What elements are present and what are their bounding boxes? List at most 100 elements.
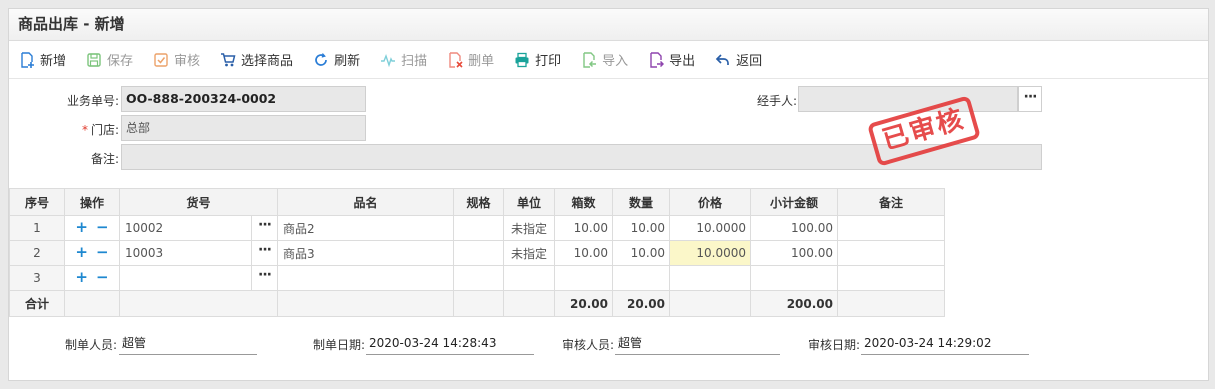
order-no-label: 业务单号:	[66, 94, 119, 108]
toolbar: 新增 保存 审核 选择商品 刷新 扫描 删单 打印 导入 导出 返回	[9, 41, 1208, 79]
row-sku-cell[interactable]: 10002 ···	[119, 215, 278, 241]
goods-table: 序号 操作 货号 品名 规格 单位 箱数 数量 价格 小计金额 备注 1 + − …	[9, 188, 945, 317]
remove-row-icon[interactable]: −	[96, 220, 109, 235]
total-empty-cell	[119, 290, 278, 317]
audit-date-label: 审核日期:	[808, 338, 861, 352]
import-icon	[581, 51, 597, 68]
handler-field[interactable]	[798, 86, 1018, 112]
row-spec[interactable]	[453, 215, 504, 241]
delete-order-label: 删单	[468, 54, 495, 69]
row-ops: + −	[64, 265, 120, 291]
save-label: 保存	[107, 54, 134, 69]
row-remark[interactable]	[837, 240, 945, 266]
table-row: 1 + − 10002 ··· 商品2 未指定 10.00 10.00 10.000…	[9, 215, 945, 241]
footer-info: 制单人员: 超管 制单日期: 2020-03-24 14:28:43 审核人员:…	[9, 331, 1209, 361]
row-boxes[interactable]	[554, 265, 613, 291]
row-price[interactable]: 10.0000	[669, 240, 751, 266]
row-price[interactable]: 10.0000	[669, 215, 751, 241]
row-no: 2	[9, 240, 65, 266]
sku-picker-button[interactable]: ···	[251, 266, 277, 290]
import-button[interactable]: 导入	[581, 50, 628, 69]
sku-picker-button[interactable]: ···	[251, 241, 277, 265]
print-button[interactable]: 打印	[514, 50, 561, 69]
row-name: 商品3	[277, 240, 454, 266]
row-spec[interactable]	[453, 265, 504, 291]
col-header-qty[interactable]: 数量	[612, 188, 670, 216]
row-name	[277, 265, 454, 291]
col-header-name[interactable]: 品名	[277, 188, 454, 216]
select-goods-label: 选择商品	[241, 54, 294, 69]
order-no-field[interactable]: OO-888-200324-0002	[121, 86, 366, 112]
table-row: 3 + − ···	[9, 265, 945, 291]
col-header-remark[interactable]: 备注	[837, 188, 945, 216]
row-boxes[interactable]: 10.00	[554, 215, 613, 241]
save-button[interactable]: 保存	[86, 50, 133, 69]
row-qty[interactable]: 10.00	[612, 240, 670, 266]
row-ops: + −	[64, 215, 120, 241]
table-header: 序号 操作 货号 品名 规格 单位 箱数 数量 价格 小计金额 备注	[9, 188, 945, 216]
select-goods-button[interactable]: 选择商品	[220, 50, 293, 69]
row-unit[interactable]: 未指定	[503, 240, 555, 266]
row-unit[interactable]: 未指定	[503, 215, 555, 241]
handler-picker-button[interactable]: ···	[1018, 86, 1042, 112]
row-remark[interactable]	[837, 215, 945, 241]
total-empty-cell	[837, 290, 945, 317]
creator-value: 超管	[119, 333, 257, 355]
row-ops: + −	[64, 240, 120, 266]
col-header-price[interactable]: 价格	[669, 188, 751, 216]
row-sku-cell[interactable]: ···	[119, 265, 278, 291]
sku-picker-button[interactable]: ···	[251, 216, 277, 240]
audit-button[interactable]: 审核	[153, 50, 200, 69]
creator-label: 制单人员:	[65, 338, 118, 352]
export-icon	[648, 51, 665, 68]
save-icon	[86, 52, 102, 68]
audit-icon	[153, 52, 169, 68]
remove-row-icon[interactable]: −	[96, 270, 109, 285]
col-header-sku[interactable]: 货号	[119, 188, 278, 216]
row-no: 3	[9, 265, 65, 291]
audit-label: 审核	[174, 54, 201, 69]
total-row: 合计 20.00 20.00 200.00	[9, 290, 945, 317]
add-row-icon[interactable]: +	[75, 220, 88, 235]
back-button[interactable]: 返回	[715, 50, 762, 69]
add-row-icon[interactable]: +	[75, 270, 88, 285]
col-header-boxes[interactable]: 箱数	[554, 188, 613, 216]
print-icon	[514, 52, 530, 68]
row-sku-cell[interactable]: 10003 ···	[119, 240, 278, 266]
row-sku: 10003	[125, 246, 164, 260]
total-empty-cell	[503, 290, 555, 317]
col-header-no[interactable]: 序号	[9, 188, 65, 216]
col-header-subtotal[interactable]: 小计金额	[750, 188, 838, 216]
store-field[interactable]: 总部	[121, 115, 366, 141]
row-boxes[interactable]: 10.00	[554, 240, 613, 266]
remove-row-icon[interactable]: −	[96, 245, 109, 260]
row-remark[interactable]	[837, 265, 945, 291]
auditor-value: 超管	[615, 333, 780, 355]
row-qty[interactable]	[612, 265, 670, 291]
add-doc-icon	[19, 51, 35, 68]
total-empty-cell	[669, 290, 751, 317]
col-header-spec[interactable]: 规格	[453, 188, 504, 216]
row-spec[interactable]	[453, 240, 504, 266]
total-empty-cell	[64, 290, 120, 317]
col-header-ops[interactable]: 操作	[64, 188, 120, 216]
new-button[interactable]: 新增	[19, 50, 66, 69]
row-price[interactable]	[669, 265, 751, 291]
page-title: 商品出库 - 新增	[9, 9, 1208, 41]
create-date-label: 制单日期:	[313, 338, 366, 352]
row-unit[interactable]	[503, 265, 555, 291]
scan-icon	[380, 52, 396, 68]
col-header-unit[interactable]: 单位	[503, 188, 555, 216]
export-button[interactable]: 导出	[648, 50, 695, 69]
main-panel: 商品出库 - 新增 新增 保存 审核 选择商品 刷新 扫描 删单 打印 导入 导…	[8, 8, 1209, 381]
scan-button[interactable]: 扫描	[380, 50, 427, 69]
delete-order-button[interactable]: 删单	[447, 50, 494, 69]
row-qty[interactable]: 10.00	[612, 215, 670, 241]
add-row-icon[interactable]: +	[75, 245, 88, 260]
total-empty-cell	[277, 290, 454, 317]
refresh-button[interactable]: 刷新	[313, 50, 360, 69]
order-form: 业务单号: OO-888-200324-0002 * 门店: 总部 备注: 经手人…	[9, 79, 1208, 183]
row-subtotal: 100.00	[750, 240, 838, 266]
refresh-icon	[313, 52, 329, 68]
scan-label: 扫描	[401, 54, 428, 69]
